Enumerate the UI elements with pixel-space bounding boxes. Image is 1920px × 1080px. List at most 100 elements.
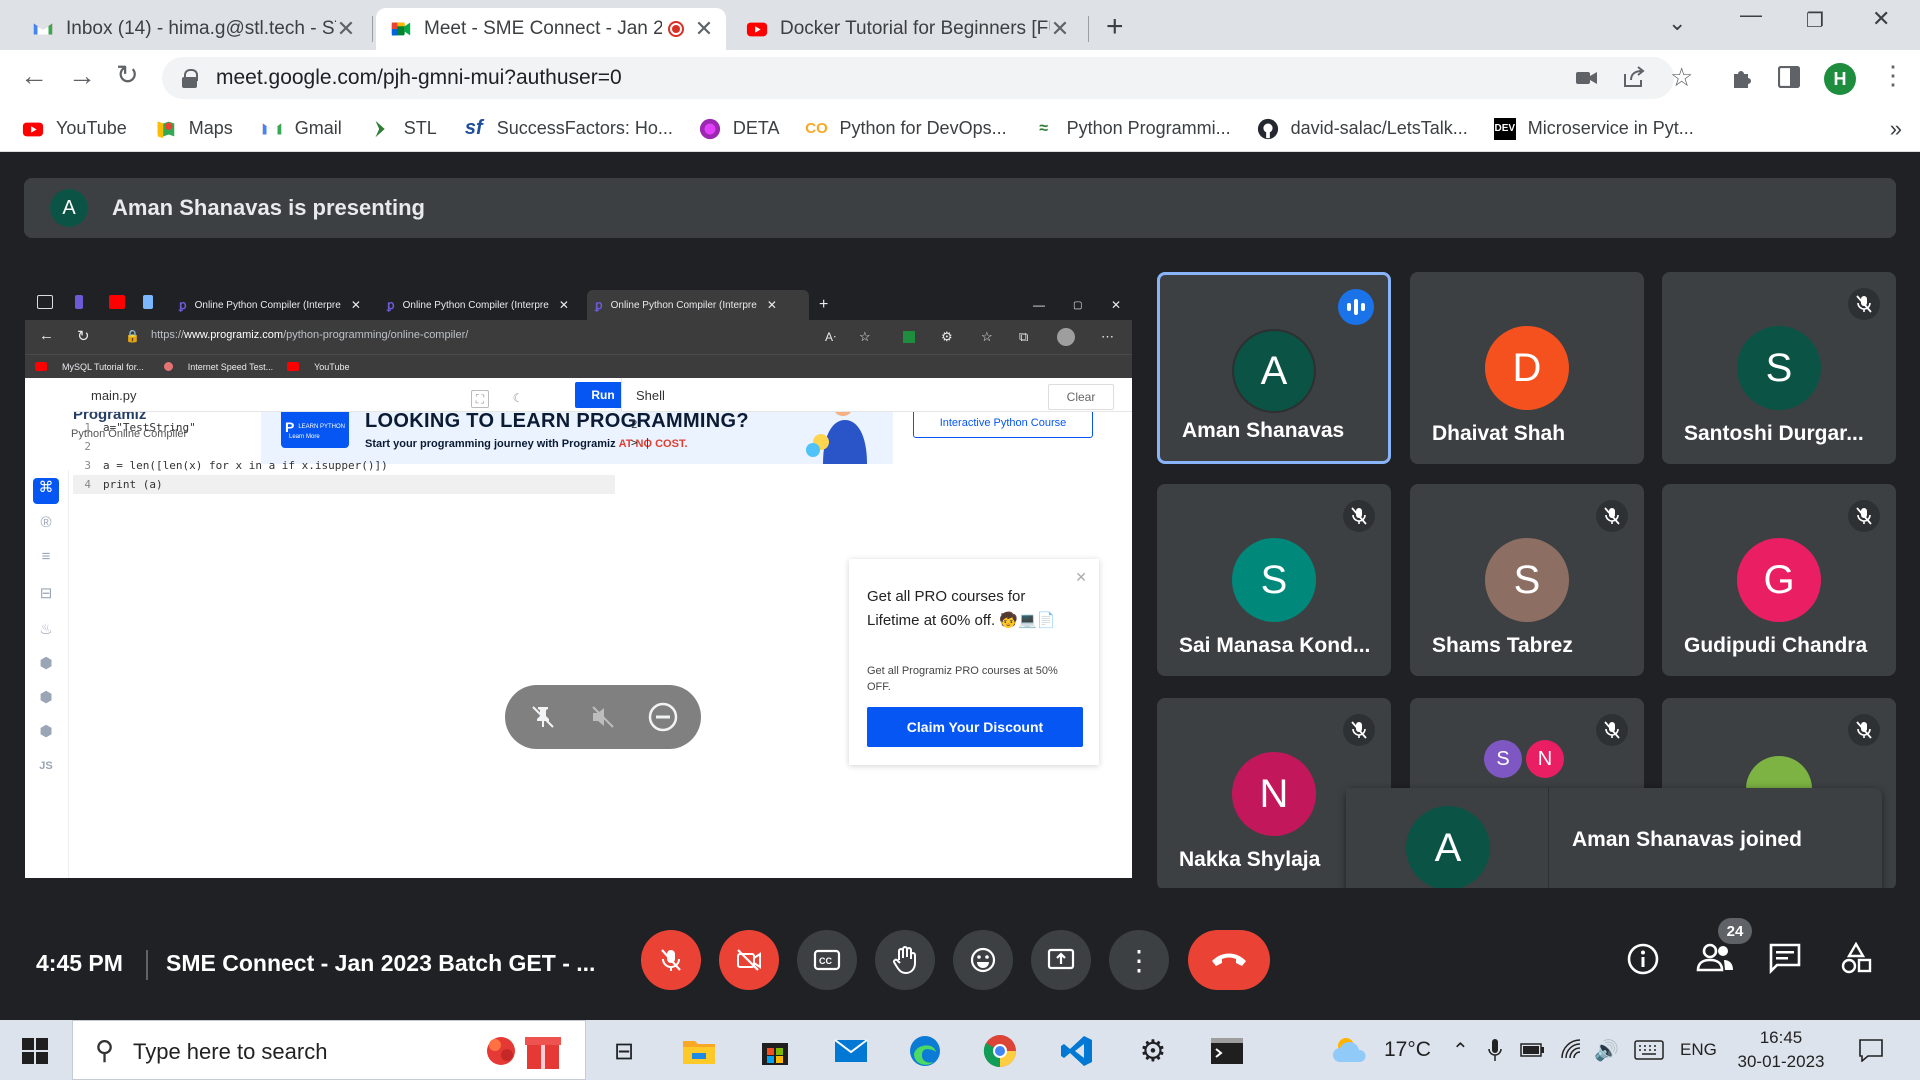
bookmark-github[interactable]: david-salac/LetsTalk...: [1257, 118, 1468, 140]
bookmark-successfactors[interactable]: sf SuccessFactors: Ho...: [463, 117, 673, 140]
file-explorer-icon[interactable]: [680, 1032, 718, 1070]
forward-button[interactable]: →: [68, 60, 96, 92]
windows-taskbar: ⚲ Type here to search ⊟ ⚙ 17°C ⌃ 🔊 ENG 1…: [0, 1020, 1920, 1080]
tab-title: Meet - SME Connect - Jan 2(: [424, 18, 662, 39]
reactions-button[interactable]: [953, 930, 1013, 990]
meeting-clock: 4:45 PM: [36, 950, 123, 976]
chat-icon[interactable]: [1768, 942, 1802, 974]
close-tab-icon[interactable]: ✕: [1050, 16, 1070, 42]
raise-hand-button[interactable]: [875, 930, 935, 990]
windows-start-icon[interactable]: [22, 1038, 48, 1064]
shared-bookmark-label: MySQL Tutorial for...: [62, 361, 144, 372]
bookmark-stl[interactable]: STL: [370, 118, 437, 140]
tray-overflow-chevron-icon[interactable]: ⌃: [1452, 1038, 1469, 1063]
shell-output: 2 > |: [631, 416, 651, 452]
keyboard-icon[interactable]: [1634, 1040, 1664, 1060]
new-tab-button[interactable]: +: [1106, 10, 1124, 44]
shared-back-icon: ←: [39, 327, 54, 344]
participant-tile[interactable]: S Sai Manasa Kond...: [1157, 484, 1391, 676]
side-panel-icon[interactable]: [1778, 66, 1800, 88]
settings-gear-icon[interactable]: ⚙: [1134, 1032, 1172, 1070]
mic-toggle-button[interactable]: [641, 930, 701, 990]
people-icon[interactable]: [1696, 942, 1734, 972]
task-view-icon[interactable]: ⊟: [605, 1032, 643, 1070]
promo-popup: ✕ Get all PRO courses for Lifetime at 60…: [849, 559, 1099, 765]
participant-tile[interactable]: S Santoshi Durgar...: [1662, 272, 1896, 464]
activities-icon[interactable]: [1840, 942, 1872, 974]
chrome-menu-icon[interactable]: ⋮: [1880, 60, 1906, 91]
participant-avatar: N: [1232, 752, 1316, 836]
mute-audio-icon[interactable]: [583, 697, 623, 737]
tab-gmail[interactable]: Inbox (14) - hima.g@stl.tech - ST ✕: [18, 8, 368, 50]
search-icon: ⚲: [95, 1035, 115, 1065]
notification-center-icon[interactable]: [1858, 1038, 1884, 1062]
minimize-button[interactable]: —: [1740, 2, 1762, 28]
camera-icon[interactable]: [1576, 70, 1598, 86]
edge-icon[interactable]: [906, 1032, 944, 1070]
weather-temperature[interactable]: 17°C: [1384, 1038, 1431, 1062]
interactive-course-button: Interactive Python Course: [913, 408, 1093, 438]
taskbar-search[interactable]: ⚲ Type here to search: [72, 1020, 586, 1080]
mic-off-icon: [1343, 714, 1375, 746]
captions-button[interactable]: CC: [797, 930, 857, 990]
weather-cloud-icon[interactable]: [1332, 1036, 1372, 1064]
bookmark-star-icon[interactable]: ☆: [1670, 62, 1693, 93]
taskbar-clock[interactable]: 16:45 30-01-2023: [1735, 1026, 1827, 1074]
leave-call-button[interactable]: [1188, 930, 1270, 990]
microsoft-store-icon[interactable]: [756, 1032, 794, 1070]
bookmark-python-programming[interactable]: ≈ Python Programmi...: [1033, 118, 1230, 140]
bookmark-python-devops[interactable]: CO Python for DevOps...: [805, 118, 1006, 140]
shared-bookmark-label: Internet Speed Test...: [187, 361, 274, 372]
microphone-icon[interactable]: [1488, 1038, 1502, 1062]
participant-tile[interactable]: A Aman Shanavas: [1157, 272, 1391, 464]
reload-button[interactable]: ↻: [116, 60, 139, 91]
language-sidebar: ⌘ ® ≡ ⊟ ♨ ⬢ ⬢ ⬢ JS: [25, 470, 69, 878]
camera-toggle-button[interactable]: [719, 930, 779, 990]
pin-off-icon[interactable]: [523, 697, 563, 737]
participant-tile[interactable]: S Shams Tabrez: [1410, 484, 1644, 676]
shared-favorite-icon: ☆: [859, 329, 871, 344]
restore-button[interactable]: ❐: [1806, 8, 1824, 33]
chrome-icon[interactable]: [975, 1020, 1025, 1080]
volume-icon[interactable]: 🔊: [1594, 1038, 1619, 1063]
input-language[interactable]: ENG: [1680, 1040, 1717, 1060]
participant-tile[interactable]: G Gudipudi Chandra: [1662, 484, 1896, 676]
bookmark-microservice[interactable]: DEV Microservice in Pyt...: [1493, 117, 1694, 140]
shared-tab-title: Online Python Compiler (Interpre: [194, 299, 341, 311]
close-tab-icon[interactable]: ✕: [336, 16, 356, 42]
tab-separator: [372, 16, 373, 42]
present-screen-button[interactable]: [1031, 930, 1091, 990]
wifi-icon[interactable]: [1560, 1038, 1582, 1060]
code-line: 1 a="TestString": [73, 418, 615, 437]
tab-search-chevron-icon[interactable]: ⌄: [1668, 10, 1686, 36]
address-bar[interactable]: meet.google.com/pjh-gmni-mui?authuser=0: [162, 57, 1674, 99]
tab-meet[interactable]: Meet - SME Connect - Jan 2( ✕: [376, 8, 726, 50]
meeting-title: SME Connect - Jan 2023 Batch GET - ...: [166, 950, 596, 976]
stl-icon: [375, 120, 385, 137]
remove-icon[interactable]: [643, 697, 683, 737]
tab-youtube[interactable]: Docker Tutorial for Beginners [FU ✕: [732, 8, 1082, 50]
share-icon[interactable]: [1622, 66, 1646, 88]
bookmark-deta[interactable]: DETA: [699, 118, 780, 140]
battery-icon[interactable]: [1520, 1042, 1546, 1058]
participant-tile[interactable]: D Dhaivat Shah: [1410, 272, 1644, 464]
back-button[interactable]: ←: [20, 60, 48, 92]
bookmark-maps[interactable]: Maps: [155, 118, 233, 140]
meeting-details-icon[interactable]: [1626, 942, 1660, 976]
banner-sub-highlight: AT NO COST.: [618, 438, 688, 450]
shared-tab: ꝑ Online Python Compiler (Interpre ✕: [387, 298, 569, 312]
more-bookmarks-icon[interactable]: »: [1890, 116, 1902, 142]
vscode-icon[interactable]: [1058, 1032, 1096, 1070]
close-tab-icon[interactable]: ✕: [694, 16, 714, 42]
lock-icon[interactable]: [182, 69, 198, 88]
python-icon: ≈: [1039, 119, 1048, 137]
emoji-icon: [970, 947, 996, 973]
close-window-button[interactable]: ✕: [1872, 6, 1890, 32]
more-options-button[interactable]: ⋮: [1109, 930, 1169, 990]
bookmark-gmail[interactable]: Gmail: [261, 118, 342, 140]
extensions-icon[interactable]: [1730, 66, 1754, 90]
bookmark-youtube[interactable]: YouTube: [22, 118, 127, 140]
profile-avatar[interactable]: H: [1824, 63, 1856, 95]
terminal-icon[interactable]: [1208, 1032, 1246, 1070]
mail-icon[interactable]: [832, 1032, 870, 1070]
